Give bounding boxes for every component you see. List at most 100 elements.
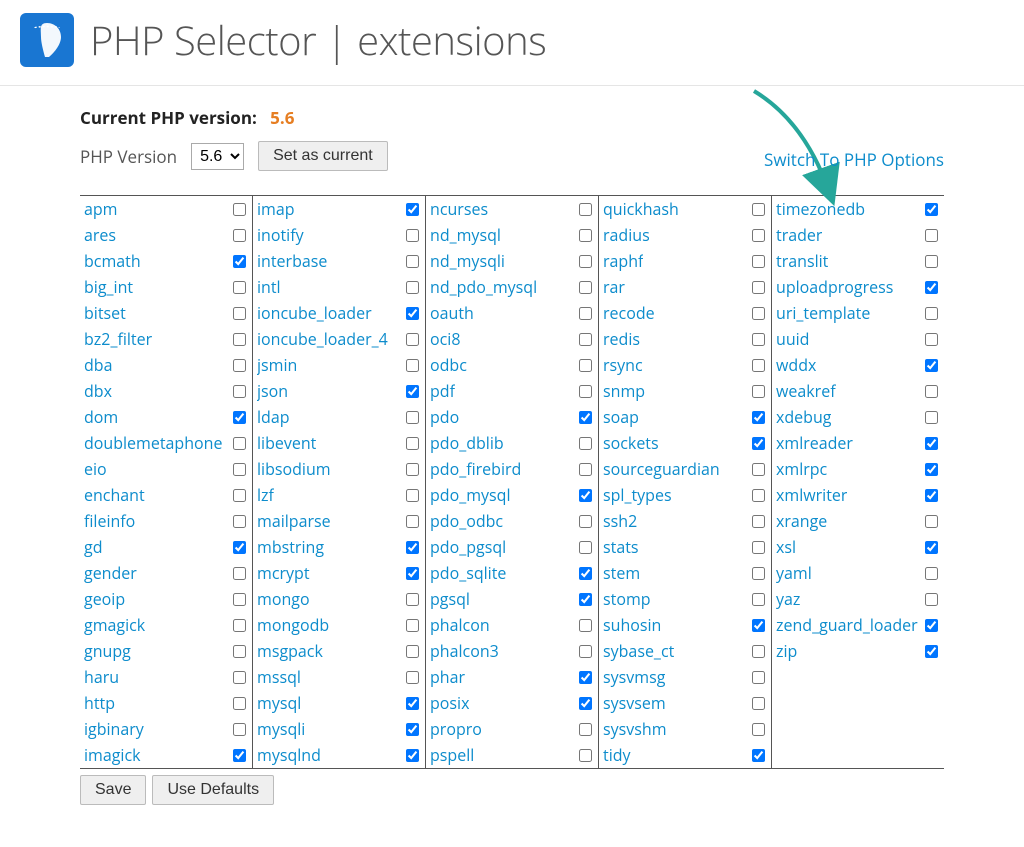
extension-checkbox[interactable] [752, 359, 765, 372]
extension-checkbox[interactable] [406, 359, 419, 372]
extension-label[interactable]: ioncube_loader [257, 302, 372, 324]
extension-label[interactable]: sourceguardian [603, 458, 720, 480]
extension-label[interactable]: eio [84, 458, 107, 480]
extension-label[interactable]: posix [430, 692, 469, 714]
extension-checkbox[interactable] [406, 749, 419, 762]
extension-label[interactable]: nd_mysqli [430, 250, 505, 272]
extension-label[interactable]: pdo_dblib [430, 432, 504, 454]
extension-label[interactable]: lzf [257, 484, 274, 506]
extension-label[interactable]: haru [84, 666, 119, 688]
extension-label[interactable]: gd [84, 536, 102, 558]
extension-label[interactable]: zip [776, 640, 797, 662]
extension-checkbox[interactable] [752, 255, 765, 268]
extension-checkbox[interactable] [233, 489, 246, 502]
extension-label[interactable]: igbinary [84, 718, 144, 740]
extension-checkbox[interactable] [406, 463, 419, 476]
extension-checkbox[interactable] [925, 593, 938, 606]
extension-checkbox[interactable] [579, 671, 592, 684]
extension-label[interactable]: pdo_pgsql [430, 536, 506, 558]
extension-label[interactable]: yaml [776, 562, 812, 584]
extension-checkbox[interactable] [233, 411, 246, 424]
extension-label[interactable]: propro [430, 718, 482, 740]
extension-checkbox[interactable] [233, 281, 246, 294]
extension-label[interactable]: ioncube_loader_4 [257, 328, 388, 350]
extension-checkbox[interactable] [752, 567, 765, 580]
extension-checkbox[interactable] [406, 515, 419, 528]
extension-label[interactable]: libsodium [257, 458, 331, 480]
extension-checkbox[interactable] [233, 437, 246, 450]
extension-label[interactable]: mongo [257, 588, 310, 610]
extension-checkbox[interactable] [233, 645, 246, 658]
extension-label[interactable]: dom [84, 406, 118, 428]
extension-label[interactable]: pgsql [430, 588, 470, 610]
extension-label[interactable]: oauth [430, 302, 474, 324]
extension-checkbox[interactable] [406, 411, 419, 424]
extension-label[interactable]: imap [257, 198, 295, 220]
extension-checkbox[interactable] [233, 567, 246, 580]
extension-checkbox[interactable] [752, 281, 765, 294]
extension-checkbox[interactable] [406, 437, 419, 450]
extension-checkbox[interactable] [579, 723, 592, 736]
extension-checkbox[interactable] [925, 515, 938, 528]
extension-checkbox[interactable] [233, 203, 246, 216]
extension-checkbox[interactable] [406, 203, 419, 216]
extension-label[interactable]: uploadprogress [776, 276, 893, 298]
extension-label[interactable]: weakref [776, 380, 836, 402]
extension-label[interactable]: soap [603, 406, 639, 428]
extension-label[interactable]: rar [603, 276, 625, 298]
extension-checkbox[interactable] [406, 229, 419, 242]
extension-label[interactable]: ncurses [430, 198, 488, 220]
extension-label[interactable]: uuid [776, 328, 809, 350]
extension-checkbox[interactable] [579, 281, 592, 294]
extension-checkbox[interactable] [752, 229, 765, 242]
extension-label[interactable]: enchant [84, 484, 145, 506]
extension-label[interactable]: ssh2 [603, 510, 637, 532]
extension-label[interactable]: quickhash [603, 198, 679, 220]
extension-checkbox[interactable] [579, 515, 592, 528]
extension-label[interactable]: yaz [776, 588, 800, 610]
extension-label[interactable]: libevent [257, 432, 316, 454]
extension-checkbox[interactable] [233, 229, 246, 242]
extension-label[interactable]: pdo_odbc [430, 510, 503, 532]
extension-label[interactable]: xmlwriter [776, 484, 847, 506]
extension-label[interactable]: interbase [257, 250, 327, 272]
extension-label[interactable]: pdo_mysql [430, 484, 511, 506]
extension-label[interactable]: mysqli [257, 718, 305, 740]
extension-checkbox[interactable] [406, 489, 419, 502]
extension-checkbox[interactable] [406, 593, 419, 606]
extension-label[interactable]: rsync [603, 354, 643, 376]
extension-label[interactable]: gnupg [84, 640, 131, 662]
extension-checkbox[interactable] [233, 619, 246, 632]
extension-label[interactable]: ldap [257, 406, 290, 428]
extension-checkbox[interactable] [752, 593, 765, 606]
extension-label[interactable]: dba [84, 354, 112, 376]
extension-label[interactable]: xdebug [776, 406, 831, 428]
extension-label[interactable]: snmp [603, 380, 645, 402]
extension-checkbox[interactable] [579, 333, 592, 346]
extension-label[interactable]: doublemetaphone [84, 432, 222, 454]
extension-checkbox[interactable] [752, 645, 765, 658]
extension-checkbox[interactable] [925, 359, 938, 372]
extension-checkbox[interactable] [925, 463, 938, 476]
extension-label[interactable]: bz2_filter [84, 328, 152, 350]
extension-checkbox[interactable] [406, 619, 419, 632]
extension-label[interactable]: nd_pdo_mysql [430, 276, 537, 298]
extension-label[interactable]: trader [776, 224, 822, 246]
extension-checkbox[interactable] [406, 567, 419, 580]
extension-label[interactable]: mailparse [257, 510, 331, 532]
extension-checkbox[interactable] [752, 463, 765, 476]
extension-label[interactable]: geoip [84, 588, 125, 610]
extension-checkbox[interactable] [925, 619, 938, 632]
extension-checkbox[interactable] [579, 411, 592, 424]
extension-label[interactable]: wddx [776, 354, 816, 376]
set-as-current-button[interactable]: Set as current [258, 141, 388, 171]
extension-checkbox[interactable] [925, 229, 938, 242]
extension-label[interactable]: http [84, 692, 115, 714]
extension-checkbox[interactable] [752, 749, 765, 762]
extension-checkbox[interactable] [579, 307, 592, 320]
extension-checkbox[interactable] [406, 255, 419, 268]
extension-checkbox[interactable] [579, 463, 592, 476]
extension-label[interactable]: pdo_sqlite [430, 562, 506, 584]
extension-checkbox[interactable] [925, 307, 938, 320]
extension-checkbox[interactable] [233, 593, 246, 606]
